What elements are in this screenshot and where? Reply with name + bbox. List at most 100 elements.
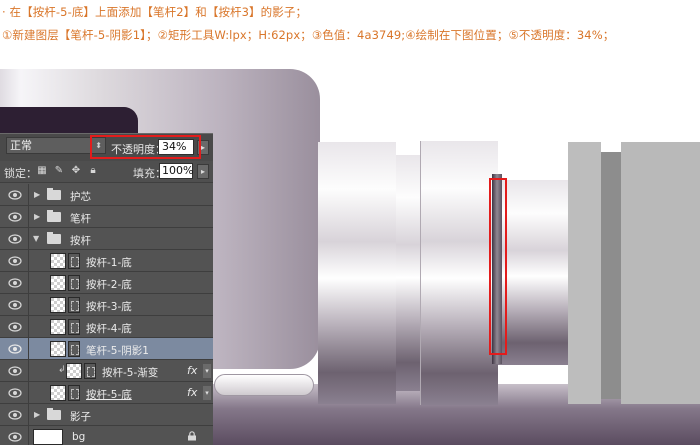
vector-mask-thumbnail — [84, 363, 96, 379]
fx-icon[interactable]: fx — [187, 364, 197, 377]
instruction-line-2: ①新建图层【笔杆-5-阴影1】；②矩形工具W:lpx；H:62px；③色值：4a… — [2, 28, 615, 42]
lock-transparency-icon[interactable]: ▦ — [36, 165, 48, 177]
fill-dropdown-button[interactable]: ▸ — [197, 164, 209, 179]
divider — [28, 184, 29, 206]
layer-row-笔杆[interactable]: ▶ 笔杆 — [0, 206, 213, 228]
divider — [28, 272, 29, 294]
layer-row-按杆-5-渐变[interactable]: ↲ 按杆-5-渐变 fx ▾ — [0, 360, 213, 382]
layer-name: 按杆 — [70, 235, 91, 247]
layer-thumbnail — [50, 385, 66, 401]
metal-ring-3 — [420, 141, 498, 405]
divider — [28, 228, 29, 250]
layers-panel: 正常 ⬍ 不透明度： 34% ▸ 锁定： ▦ ✎ ✥ 🔒︎ 填充： 100% ▸… — [0, 133, 213, 445]
instruction-line-1: · 在【按杆-5-底】上面添加【笔杆2】和【按杆3】的影子； — [2, 5, 308, 19]
pen-clip-highlight — [214, 374, 314, 396]
chevron-right-icon[interactable]: ▶ — [34, 212, 40, 221]
eye-icon[interactable] — [8, 321, 22, 333]
divider — [28, 206, 29, 228]
fx-icon[interactable]: fx — [187, 386, 197, 399]
layer-name: bg — [72, 431, 86, 443]
divider — [28, 250, 29, 272]
eye-icon[interactable] — [8, 299, 22, 311]
lock-position-icon[interactable]: ✥ — [70, 165, 82, 177]
layer-name: 按杆-1-底 — [86, 257, 132, 269]
chevron-down-icon[interactable]: ▾ — [203, 364, 211, 378]
eye-icon[interactable] — [8, 211, 22, 223]
layer-name: 按杆-3-底 — [86, 301, 132, 313]
layer-row-笔杆-5-阴影1[interactable]: 笔杆-5-阴影1 — [0, 338, 213, 360]
eye-icon[interactable] — [8, 277, 22, 289]
layer-name: 影子 — [70, 411, 91, 423]
vector-mask-thumbnail — [68, 253, 80, 269]
layer-row-影子[interactable]: ▶ 影子 — [0, 404, 213, 426]
lock-paint-icon[interactable]: ✎ — [53, 165, 65, 177]
layer-thumbnail — [50, 341, 66, 357]
divider — [28, 382, 29, 404]
layer-row-按杆-5-底[interactable]: 按杆-5-底 fx ▾ — [0, 382, 213, 404]
lock-all-icon[interactable]: 🔒︎ — [87, 165, 99, 177]
layer-name: 笔杆 — [70, 213, 91, 225]
layer-name: 笔杆-5-阴影1 — [86, 345, 149, 357]
folder-icon — [47, 210, 61, 222]
layer-name: 按杆-5-底 — [86, 389, 132, 401]
vector-mask-thumbnail — [68, 275, 80, 291]
vector-mask-thumbnail — [68, 319, 80, 335]
chevron-right-icon[interactable]: ▶ — [34, 410, 40, 419]
layer-name: 按杆-4-底 — [86, 323, 132, 335]
layer-row-按杆[interactable]: ▼ 按杆 — [0, 228, 213, 250]
grey-block-1 — [568, 142, 601, 404]
divider — [28, 426, 29, 445]
folder-icon — [47, 408, 61, 420]
layer-thumbnail — [50, 253, 66, 269]
layer-thumbnail — [66, 363, 82, 379]
clipping-mask-icon: ↲ — [58, 365, 66, 375]
layer-thumbnail — [50, 297, 66, 313]
background-thumbnail — [33, 429, 63, 445]
vector-mask-thumbnail — [68, 385, 80, 401]
vector-mask-thumbnail — [68, 297, 80, 313]
lock-label: 锁定： — [4, 167, 37, 180]
lock-fill-row: 锁定： ▦ ✎ ✥ 🔒︎ 填充： 100% ▸ — [0, 161, 213, 183]
opacity-highlight-box — [90, 135, 201, 159]
grey-block-3 — [621, 142, 700, 404]
chevron-right-icon[interactable]: ▶ — [34, 190, 40, 199]
metal-ring-2 — [396, 155, 420, 391]
chevron-down-icon[interactable]: ▾ — [203, 386, 211, 400]
layer-name: 按杆-5-渐变 — [102, 367, 159, 379]
fill-input[interactable]: 100% — [159, 163, 193, 179]
divider — [28, 316, 29, 338]
layer-row-按杆-4-底[interactable]: 按杆-4-底 — [0, 316, 213, 338]
folder-open-icon — [47, 232, 61, 244]
eye-icon[interactable] — [8, 189, 22, 201]
divider — [28, 404, 29, 426]
metal-ring-1 — [318, 142, 396, 404]
divider — [28, 294, 29, 316]
layer-thumbnail — [50, 319, 66, 335]
layer-row-护芯[interactable]: ▶ 护芯 — [0, 184, 213, 206]
layer-row-按杆-1-底[interactable]: 按杆-1-底 — [0, 250, 213, 272]
shadow-highlight-box — [489, 178, 507, 355]
eye-icon[interactable] — [8, 233, 22, 245]
folder-icon — [47, 188, 61, 200]
layer-row-按杆-3-底[interactable]: 按杆-3-底 — [0, 294, 213, 316]
layer-name: 护芯 — [70, 191, 91, 203]
vector-mask-thumbnail — [68, 341, 80, 357]
grey-block-2 — [601, 152, 621, 399]
divider — [28, 338, 29, 360]
eye-icon[interactable] — [8, 255, 22, 267]
eye-icon[interactable] — [8, 387, 22, 399]
eye-icon[interactable] — [8, 409, 22, 421]
eye-icon[interactable] — [8, 343, 22, 355]
layer-name: 按杆-2-底 — [86, 279, 132, 291]
layer-thumbnail — [50, 275, 66, 291]
blend-opacity-row: 正常 ⬍ 不透明度： 34% ▸ — [0, 134, 213, 161]
divider — [28, 360, 29, 382]
chevron-down-icon[interactable]: ▼ — [33, 234, 39, 243]
eye-icon[interactable] — [8, 431, 22, 443]
layer-row-按杆-2-底[interactable]: 按杆-2-底 — [0, 272, 213, 294]
layer-row-bg[interactable]: bg — [0, 426, 213, 445]
padlock-icon — [188, 431, 196, 441]
eye-icon[interactable] — [8, 365, 22, 377]
metal-ring-4 — [498, 180, 568, 365]
blend-mode-value: 正常 — [10, 139, 32, 152]
